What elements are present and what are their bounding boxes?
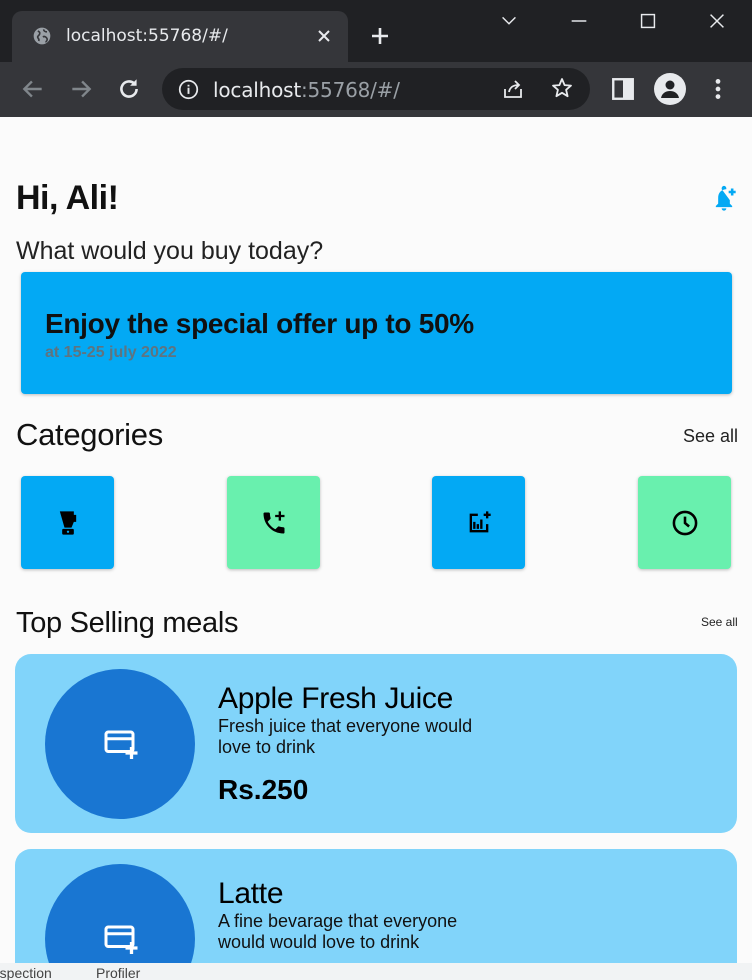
share-icon[interactable]: [501, 77, 525, 101]
category-tile-blender[interactable]: [21, 476, 114, 569]
add-chart-icon: [469, 511, 491, 533]
meal-image: [45, 864, 195, 963]
person-icon: [661, 80, 679, 98]
address-bar[interactable]: localhost:55768/#/: [162, 68, 590, 110]
category-tile-clock[interactable]: [638, 476, 731, 569]
top-selling-title: Top Selling meals: [16, 607, 239, 639]
meal-card[interactable]: Apple Fresh Juice Fresh juice that every…: [15, 654, 737, 833]
meal-card[interactable]: Latte A fine bevarage that everyone woul…: [15, 849, 737, 963]
offer-title: Enjoy the special offer up to 50%: [45, 308, 474, 339]
browser-tab[interactable]: localhost:55768/#/: [12, 11, 348, 62]
browser-toolbar: localhost:55768/#/: [0, 62, 752, 117]
notification-add-icon[interactable]: [710, 185, 738, 213]
app-viewport: Hi, Ali! What would you buy today? Enjoy…: [0, 117, 752, 963]
clock-icon: [672, 510, 698, 536]
add-card-icon: [104, 925, 138, 954]
globe-icon: [33, 27, 51, 45]
meal-name: Latte: [218, 877, 284, 910]
greeting-title: Hi, Ali!: [16, 179, 119, 217]
meal-description: A fine bevarage that everyone would woul…: [218, 911, 458, 952]
close-window-icon[interactable]: [706, 10, 728, 32]
category-tile-add-chart[interactable]: [432, 476, 525, 569]
devtools-tab-inspection[interactable]: Inspection: [0, 965, 52, 980]
forward-arrow-icon[interactable]: [68, 76, 94, 102]
side-panel-icon[interactable]: [610, 76, 636, 102]
back-arrow-icon[interactable]: [20, 76, 46, 102]
tab-search-chevron-icon[interactable]: [498, 10, 520, 32]
bookmark-star-icon[interactable]: [550, 76, 574, 100]
meal-price: Rs.250: [218, 774, 309, 805]
meal-name: Apple Fresh Juice: [218, 682, 454, 715]
offer-date: at 15-25 july 2022: [45, 344, 177, 361]
categories-see-all-link[interactable]: See all: [683, 426, 738, 447]
devtools-tab-profiler[interactable]: Profiler: [96, 965, 140, 980]
meal-description: Fresh juice that everyone would love to …: [218, 716, 473, 757]
more-menu-icon[interactable]: [705, 76, 731, 102]
profile-avatar[interactable]: [654, 73, 686, 105]
url-text: localhost:55768/#/: [213, 78, 400, 102]
categories-title: Categories: [16, 417, 163, 452]
maximize-icon[interactable]: [637, 10, 659, 32]
minimize-icon[interactable]: [568, 10, 590, 32]
site-info-icon[interactable]: [178, 79, 199, 100]
meal-image: [45, 669, 195, 819]
close-tab-icon[interactable]: [314, 26, 334, 46]
blender-icon: [59, 511, 77, 535]
reload-icon[interactable]: [116, 76, 142, 102]
offer-banner[interactable]: Enjoy the special offer up to 50% at 15-…: [21, 272, 732, 394]
subtitle: What would you buy today?: [16, 237, 324, 265]
devtools-tab-strip: Inspection Profiler: [0, 963, 752, 980]
category-tile-add-call[interactable]: [227, 476, 320, 569]
top-selling-see-all-link[interactable]: See all: [701, 615, 738, 629]
new-tab-icon[interactable]: [368, 24, 392, 48]
tab-title: localhost:55768/#/: [66, 26, 228, 46]
add-card-icon: [104, 730, 138, 759]
add-call-icon: [263, 511, 285, 534]
browser-tab-bar: localhost:55768/#/: [0, 0, 752, 62]
